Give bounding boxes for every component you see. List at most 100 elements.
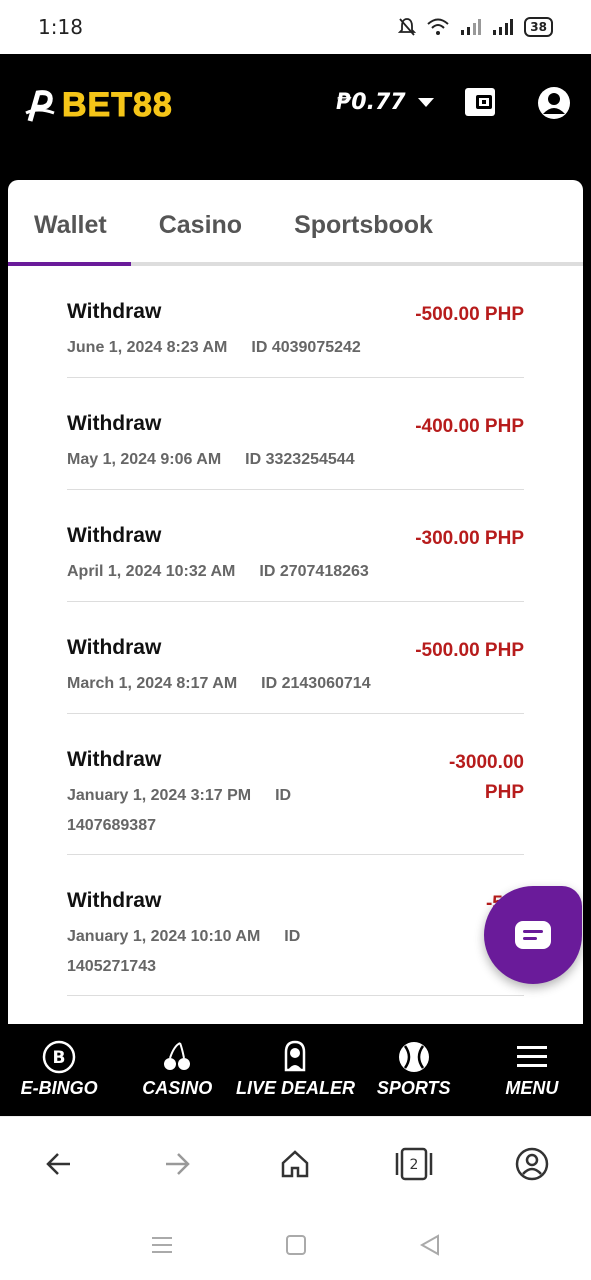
nav-sports[interactable]: SPORTS — [355, 1024, 473, 1116]
item-date: January 1, 2024 3:17 PM — [67, 787, 252, 804]
item-title: Withdraw — [67, 636, 162, 659]
list-item[interactable]: Withdraw May 1, 2024 9:06 AM ID 332325454… — [67, 378, 524, 490]
item-amount: -400.00 PHP — [415, 416, 524, 437]
nav-label: CASINO — [142, 1078, 213, 1098]
item-title: Withdraw — [67, 889, 162, 912]
dealer-icon — [285, 1040, 306, 1072]
tab-casino[interactable]: Casino — [133, 211, 268, 262]
item-date: March 1, 2024 8:17 AM — [67, 675, 238, 692]
chat-support-button[interactable] — [484, 886, 582, 984]
nav-live-dealer[interactable]: LIVE DEALER — [235, 1024, 355, 1116]
item-date: May 1, 2024 9:06 AM — [67, 451, 222, 468]
item-meta: January 1, 2024 10:10 AM ID 1405271743 — [67, 922, 337, 982]
item-meta: April 1, 2024 10:32 AM ID 2707418263 — [67, 557, 415, 587]
item-info: Withdraw May 1, 2024 9:06 AM ID 332325454… — [67, 412, 415, 489]
home-button[interactable] — [275, 1144, 315, 1184]
item-amount: -300.00 PHP — [415, 528, 524, 549]
item-id: ID 2707418263 — [259, 563, 369, 580]
logo[interactable]: BET88 — [24, 86, 173, 125]
tab-bar: Wallet Casino Sportsbook — [8, 180, 583, 266]
list-item[interactable]: Withdraw January 1, 2024 10:10 AM ID 14052… — [67, 855, 524, 996]
list-item[interactable]: Withdraw April 1, 2024 10:32 AM ID 270741… — [67, 490, 524, 602]
item-title: Withdraw — [67, 524, 162, 547]
item-amount: -500.00 PHP — [415, 304, 524, 325]
back-button[interactable] — [39, 1144, 79, 1184]
nav-ebingo[interactable]: B E-BINGO — [0, 1024, 118, 1116]
item-title: Withdraw — [67, 412, 162, 435]
back-triangle-icon[interactable] — [418, 1233, 442, 1257]
cherry-icon — [164, 1042, 191, 1070]
forward-button[interactable] — [157, 1144, 197, 1184]
nav-menu[interactable]: MENU — [473, 1024, 591, 1116]
item-meta: January 1, 2024 3:17 PM ID 1407689387 — [67, 781, 337, 841]
list-item[interactable]: Withdraw March 1, 2024 8:17 AM ID 2143060… — [67, 602, 524, 714]
nav-label: LIVE DEALER — [235, 1078, 355, 1098]
tabs-icon: 2 — [395, 1147, 432, 1180]
signal-icon — [461, 19, 482, 35]
item-meta: March 1, 2024 8:17 AM ID 2143060714 — [67, 669, 415, 699]
chevron-down-icon — [417, 98, 434, 107]
list-item[interactable]: Withdraw January 1, 2024 3:17 PM ID 140768… — [67, 714, 524, 855]
arrow-left-icon — [46, 1152, 71, 1175]
bottom-nav: B E-BINGO CASINO LIVE DEALER SPORTS MENU — [0, 1024, 591, 1116]
item-title: Withdraw — [67, 300, 162, 323]
item-amount-currency: PHP — [484, 782, 524, 803]
item-date: April 1, 2024 10:32 AM — [67, 563, 236, 580]
signal-icon-2 — [493, 19, 514, 35]
pagcor-logo-icon — [25, 89, 55, 122]
home-icon — [282, 1149, 309, 1177]
status-time: 1:18 — [38, 15, 83, 39]
logo-text: BET88 — [62, 86, 173, 125]
item-id-prefix: ID — [284, 928, 301, 945]
item-info: Withdraw June 1, 2024 8:23 AM ID 40390752… — [67, 300, 415, 377]
user-account-icon[interactable] — [537, 86, 571, 120]
item-date: June 1, 2024 8:23 AM — [67, 339, 228, 356]
nav-label: MENU — [505, 1078, 559, 1098]
app-header: BET88 ₱0.77 — [0, 54, 591, 170]
item-id-prefix: ID — [275, 787, 292, 804]
system-nav — [0, 1210, 591, 1280]
item-amount: -3000.00 PHP — [449, 748, 524, 854]
list-item[interactable]: Withdraw June 1, 2024 8:23 AM ID 40390752… — [67, 266, 524, 378]
item-meta: May 1, 2024 9:06 AM ID 3323254544 — [67, 445, 415, 475]
status-icons: 38 — [398, 17, 553, 37]
wallet-icon[interactable] — [464, 86, 496, 118]
profile-icon — [515, 1147, 549, 1180]
nav-label: SPORTS — [376, 1078, 451, 1098]
profile-button[interactable] — [512, 1144, 552, 1184]
item-id: ID 4039075242 — [251, 339, 361, 356]
recents-icon[interactable] — [150, 1233, 174, 1257]
transaction-list: Withdraw June 1, 2024 8:23 AM ID 40390752… — [8, 266, 583, 996]
item-amount-value: -3000.00 — [448, 752, 524, 773]
nav-casino[interactable]: CASINO — [118, 1024, 236, 1116]
arrow-right-icon — [166, 1152, 191, 1175]
home-square-icon[interactable] — [284, 1233, 308, 1257]
item-date: January 1, 2024 10:10 AM — [67, 928, 261, 945]
item-title: Withdraw — [67, 748, 162, 771]
svg-text:B: B — [53, 1048, 66, 1068]
nav-label: E-BINGO — [20, 1078, 98, 1098]
balance-dropdown[interactable]: ₱0.77 — [336, 90, 434, 115]
chat-icon — [515, 921, 551, 949]
tab-wallet[interactable]: Wallet — [8, 211, 133, 262]
tab-sportsbook[interactable]: Sportsbook — [268, 211, 459, 262]
status-bar: 1:18 38 — [0, 0, 591, 54]
item-id: ID 2143060714 — [261, 675, 371, 692]
wifi-icon — [427, 18, 449, 35]
item-id: 1405271743 — [67, 958, 156, 975]
item-meta: June 1, 2024 8:23 AM ID 4039075242 — [67, 333, 415, 363]
bell-muted-icon — [398, 18, 417, 36]
balance-amount: ₱0.77 — [336, 90, 406, 115]
item-info: Withdraw April 1, 2024 10:32 AM ID 270741… — [67, 524, 415, 601]
browser-toolbar: 2 — [0, 1116, 591, 1210]
item-id: ID 3323254544 — [245, 451, 355, 468]
bingo-ball-icon: B — [42, 1040, 76, 1074]
item-id: 1407689387 — [67, 817, 156, 834]
tabs-button[interactable]: 2 — [394, 1144, 434, 1184]
item-info: Withdraw January 1, 2024 10:10 AM ID 14052… — [67, 889, 337, 995]
item-info: Withdraw March 1, 2024 8:17 AM ID 2143060… — [67, 636, 415, 713]
item-amount: -500.00 PHP — [415, 640, 524, 661]
battery-indicator: 38 — [524, 17, 553, 37]
item-info: Withdraw January 1, 2024 3:17 PM ID 140768… — [67, 748, 337, 854]
tab-count: 2 — [409, 1157, 418, 1173]
